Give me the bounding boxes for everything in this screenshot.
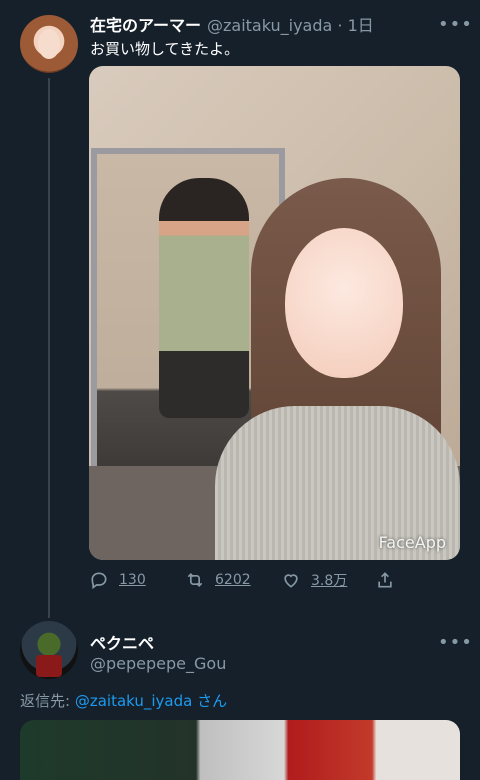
tweet-media-image[interactable]: FaceApp <box>89 66 460 560</box>
reply-action[interactable]: 130 <box>89 570 146 590</box>
reply-to-handle-link[interactable]: @zaitaku_iyada <box>75 692 193 710</box>
reply-media-image[interactable]: ​ <box>20 720 460 780</box>
man-in-mirror <box>159 178 249 418</box>
retweet-action[interactable]: 6202 <box>185 570 251 590</box>
reply-to-suffix: さん <box>197 692 228 710</box>
share-icon <box>378 572 392 588</box>
reply-count: 130 <box>119 572 146 588</box>
tweet-text: お買い物してきたよ。 <box>90 40 240 58</box>
avatar-face <box>38 29 60 59</box>
reply-avatar-figure <box>36 655 62 677</box>
reply-avatar[interactable] <box>20 621 78 679</box>
tweet-more-button[interactable]: ••• <box>438 14 473 35</box>
tweet-time[interactable]: · 1日 <box>337 16 373 35</box>
author-name[interactable]: 在宅のアーマー <box>90 12 201 36</box>
reply-more-button[interactable]: ••• <box>438 632 473 653</box>
retweet-count: 6202 <box>215 572 251 588</box>
reply-icon <box>91 572 107 590</box>
like-icon <box>284 574 298 588</box>
thread-connector-line <box>48 78 50 618</box>
like-action[interactable]: 3.8万 <box>281 570 347 590</box>
avatar[interactable] <box>20 15 78 73</box>
reply-author-name[interactable]: ペクニペ <box>90 630 154 654</box>
share-action[interactable] <box>375 570 395 590</box>
author-handle[interactable]: @zaitaku_iyada · 1日 <box>207 12 374 36</box>
like-count: 3.8万 <box>311 573 348 589</box>
image-watermark: FaceApp <box>378 533 446 552</box>
author-handle-text: @zaitaku_iyada <box>207 16 333 35</box>
tweet-actions: 130 6202 3.8万 <box>89 570 409 594</box>
face <box>285 228 403 378</box>
retweet-icon <box>187 572 203 588</box>
reply-to-line: 返信先: @zaitaku_iyada さん <box>20 690 227 711</box>
reply-to-label: 返信先: <box>20 692 71 710</box>
reply-author-handle[interactable]: @pepepepe_Gou <box>90 654 226 673</box>
